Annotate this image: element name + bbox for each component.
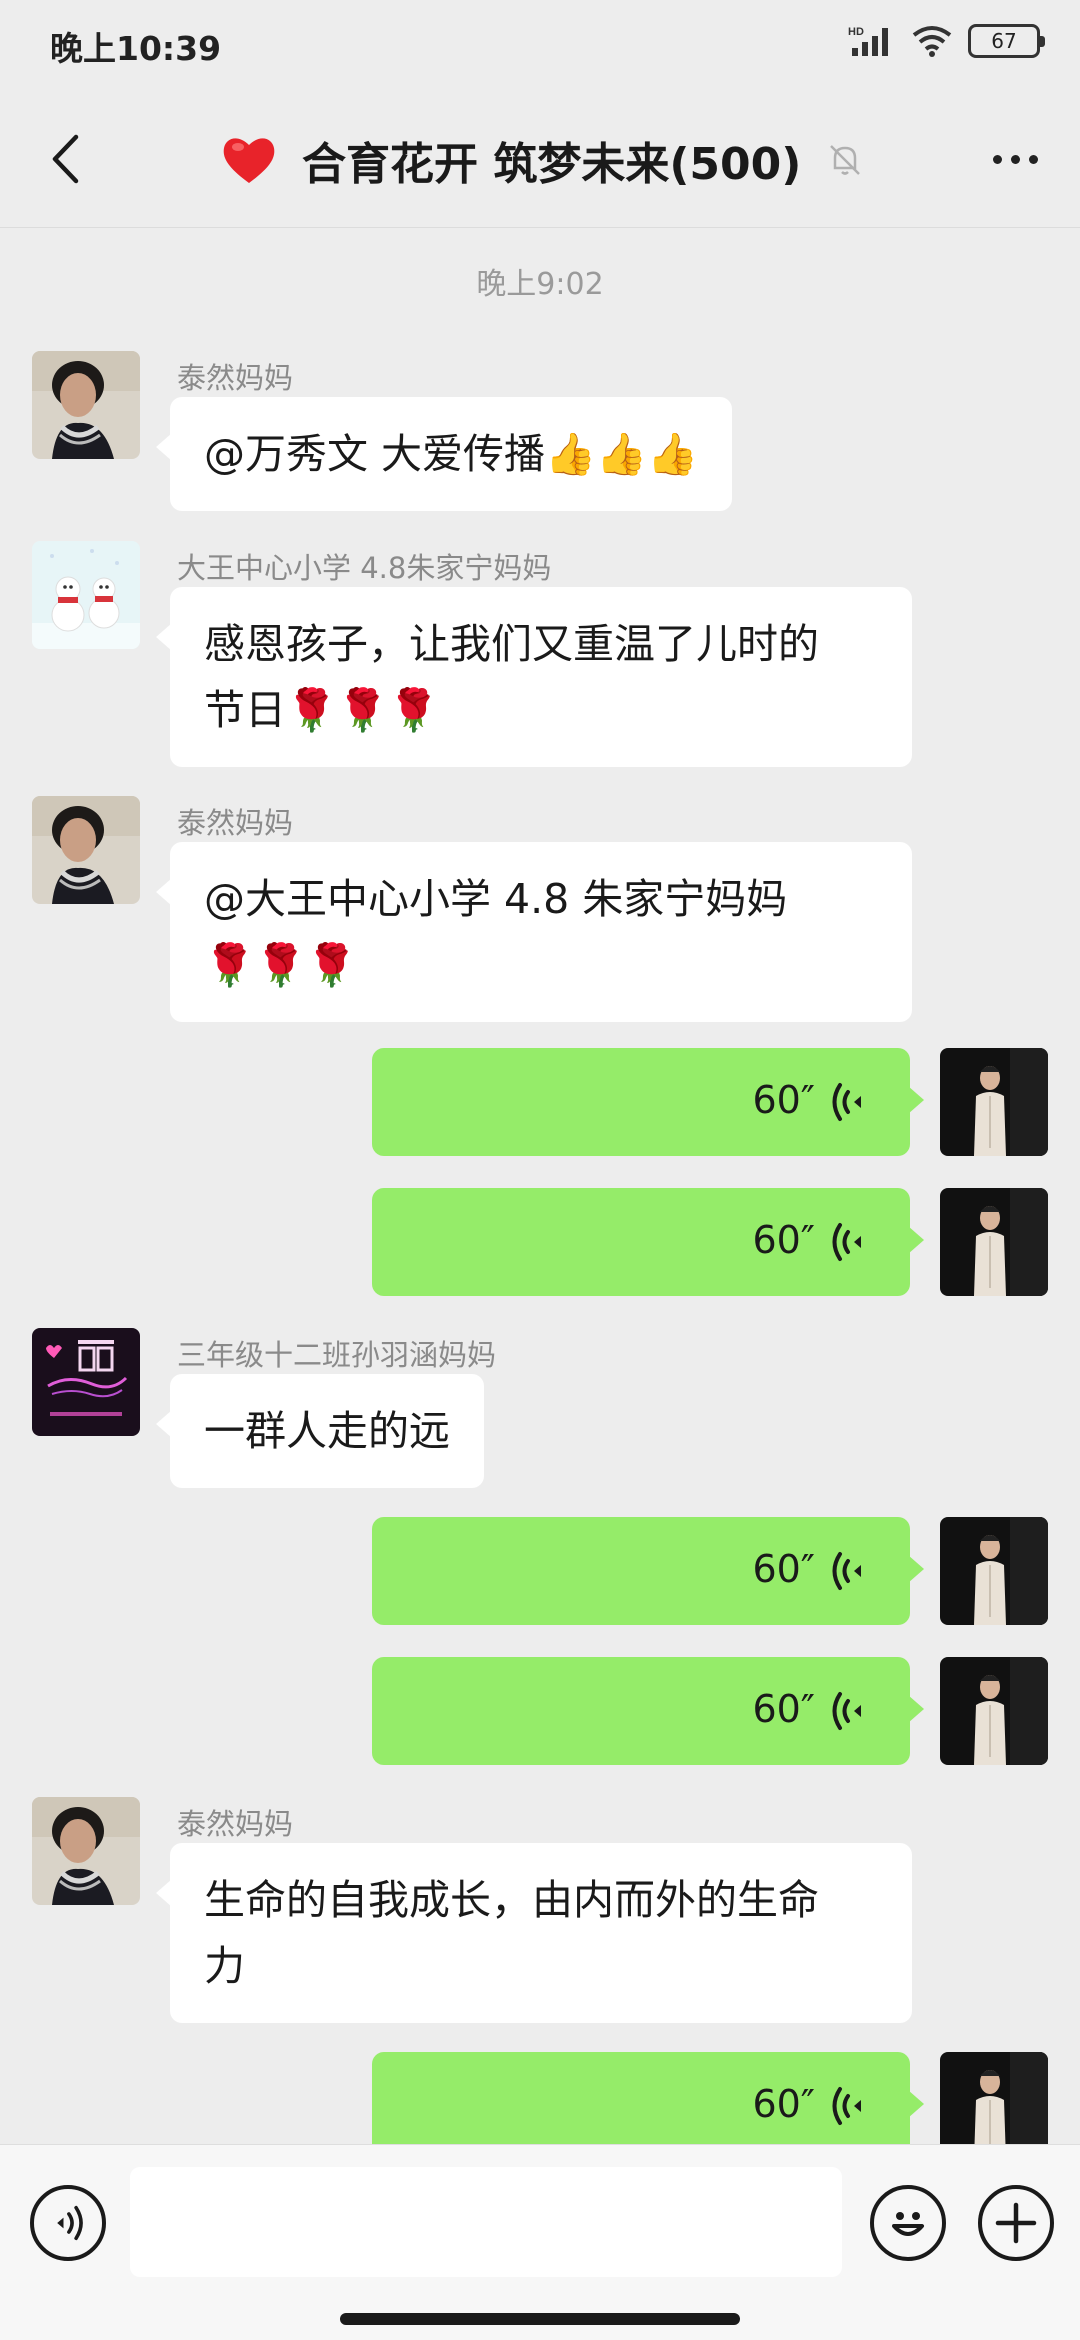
avatar-man-image [940,1188,1048,1296]
outgoing-voice-message: 60″ [348,1517,1048,1625]
chat-title-area[interactable]: 合育花开 筑梦未来(500) [220,128,865,192]
voice-wave-icon [832,1692,861,1730]
avatar-snowman-image [32,541,140,649]
avatar-man-image [940,2052,1048,2144]
home-indicator[interactable] [340,2313,740,2325]
voice-wave-icon [832,1552,861,1590]
dot [1010,154,1020,164]
voice-bubble[interactable]: 60″ [372,1048,924,1156]
message-bubble[interactable]: 感恩孩子，让我们又重温了儿时的 节日🌹🌹🌹 [156,587,912,767]
outgoing-voice-message: 60″ [348,1657,1048,1765]
message-bubble[interactable]: 生命的自我成长，由内而外的生命 力 [156,1843,912,2023]
smiley-face-icon [892,2212,924,2236]
avatar-neon-sign-image [32,1328,140,1436]
avatar-woman-image [32,796,140,904]
wifi-icon [912,26,952,57]
message-list[interactable]: 晚上9:02 泰然妈妈 @万秀文 大爱传播👍👍👍 大王中心小学 4.8朱家宁妈妈… [0,229,1080,2144]
voice-bubble[interactable]: 60″ [372,1657,924,1765]
avatar-man-image [940,1657,1048,1765]
avatar[interactable] [32,1328,140,1436]
dot [1028,154,1038,164]
sender-name: 泰然妈妈 [177,806,294,840]
status-bar: 晚上10:39 HD 67 [0,0,1080,90]
mute-bell-icon [830,145,861,175]
avatar[interactable] [32,796,140,904]
dot [992,154,1002,164]
voice-bubble[interactable]: 60″ [372,2052,924,2144]
cellular-signal-icon: HD [848,26,888,56]
more-options-button[interactable] [980,134,1050,184]
avatar[interactable] [32,541,140,649]
outgoing-voice-message: 60″ [348,2052,1048,2144]
more-functions-button[interactable] [978,2185,1054,2261]
voice-input-toggle-button[interactable] [30,2185,106,2261]
sender-name: 泰然妈妈 [177,1807,294,1841]
time-separator: 晚上9:02 [476,267,604,302]
chevron-left-icon [52,134,79,184]
emoji-button[interactable] [870,2185,946,2261]
input-bar [0,2144,1080,2340]
voice-bubble[interactable]: 60″ [372,1188,924,1296]
chat-title: 合育花开 筑梦未来(500) [302,139,802,190]
battery-indicator: 67 [968,24,1045,58]
status-icons: HD 67 [848,24,1045,58]
back-button[interactable] [30,124,100,194]
voice-duration: 60″ [752,1218,815,1262]
voice-duration: 60″ [752,2082,815,2126]
sender-name: 大王中心小学 4.8朱家宁妈妈 [177,551,552,585]
my-avatar[interactable] [940,1517,1048,1625]
hd-label: HD [848,26,864,38]
plus-icon [995,2202,1037,2244]
my-avatar[interactable] [940,1188,1048,1296]
avatar-man-image [940,1517,1048,1625]
message-bubble[interactable]: 一群人走的远 [156,1374,484,1488]
voice-wave-icon [832,2087,861,2125]
my-avatar[interactable] [940,2052,1048,2144]
message-text-line: @大王中心小学 4.8 朱家宁妈妈 [204,875,788,923]
message-text-line: 🌹🌹🌹 [204,941,358,989]
chat-screen: 晚上10:39 HD 67 合育花开 筑梦未来(500) 晚上9:02 泰然妈妈… [0,0,1080,2340]
message-text-line: 节日🌹🌹🌹 [204,686,440,734]
sender-name: 三年级十二班孙羽涵妈妈 [177,1338,497,1372]
voice-duration: 60″ [752,1547,815,1591]
voice-bubble[interactable]: 60″ [372,1517,924,1625]
message-text-line: 力 [204,1942,245,1990]
message-text-line: 生命的自我成长，由内而外的生命 [204,1876,819,1924]
voice-wave-icon [832,1083,861,1121]
sender-name: 泰然妈妈 [177,361,294,395]
heart-icon [223,138,275,183]
avatar-man-image [940,1048,1048,1156]
message-input[interactable] [130,2167,842,2277]
voice-wave-icon [832,1223,861,1261]
status-time: 晚上10:39 [50,29,222,68]
avatar[interactable] [32,1797,140,1905]
outgoing-voice-message: 60″ [348,1048,1048,1156]
nav-bar: 合育花开 筑梦未来(500) [0,90,1080,228]
message-bubble[interactable]: @万秀文 大爱传播👍👍👍 [155,397,733,511]
voice-wave-icon [57,2205,83,2241]
message-text-line: 感恩孩子，让我们又重温了儿时的 [204,620,819,668]
voice-duration: 60″ [752,1687,815,1731]
avatar-woman-image [32,351,140,459]
voice-duration: 60″ [752,1078,815,1122]
avatar[interactable] [32,351,140,459]
outgoing-voice-message: 60″ [348,1188,1048,1296]
my-avatar[interactable] [940,1048,1048,1156]
message-bubble[interactable]: @大王中心小学 4.8 朱家宁妈妈 🌹🌹🌹 [156,842,912,1022]
avatar-woman-image [32,1797,140,1905]
my-avatar[interactable] [940,1657,1048,1765]
